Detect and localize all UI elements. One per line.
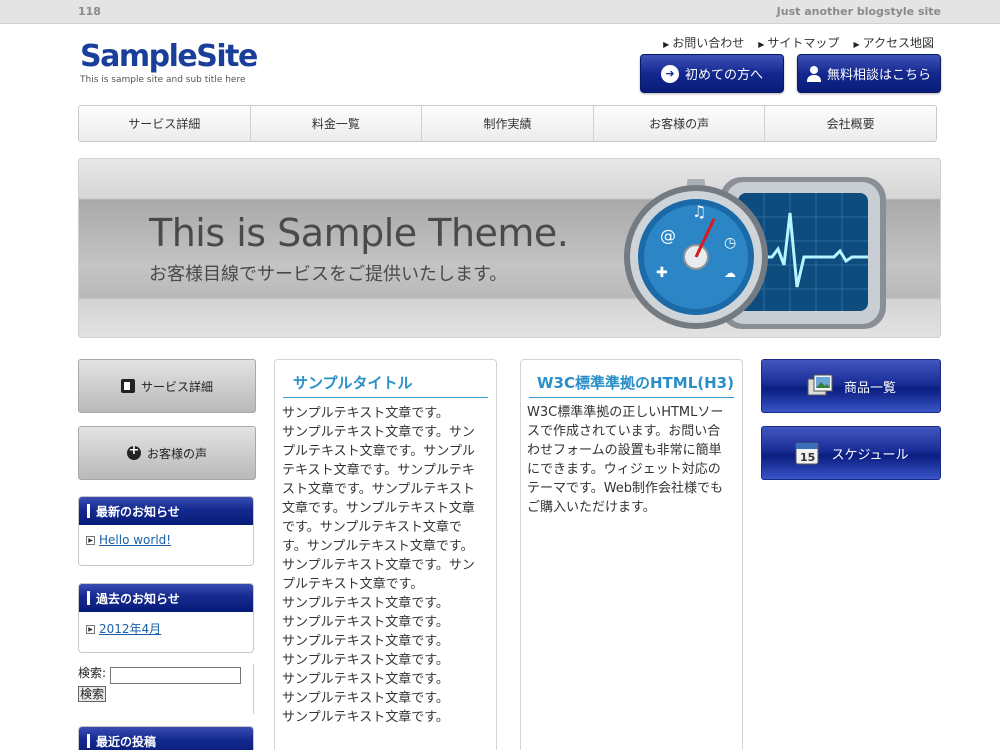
header-links: ▶ お問い合わせ ▶ サイトマップ ▶ アクセス地図	[663, 34, 934, 51]
recent-posts-widget: 最近の投稿	[78, 726, 254, 750]
search-widget: 検索: 検索	[78, 664, 254, 714]
center-line: サンプルテキスト文章です。	[282, 672, 449, 687]
archive-widget: 過去のお知らせ ▶ 2012年4月	[78, 583, 254, 653]
sitemap-link-label: サイトマップ	[767, 36, 840, 50]
center-line: サンプルテキスト文章です。サン	[282, 558, 475, 573]
center-line: サンプルテキスト文章です。	[282, 406, 449, 421]
calendar-day: 15	[800, 451, 815, 464]
search-button[interactable]: 検索	[78, 686, 107, 702]
w3c-body: W3C標準準拠の正しいHTMLソー スで作成されています。お問い合 わせフォームの設…	[521, 398, 742, 517]
arrow-right-icon: ▶	[758, 40, 765, 49]
nav-item-service[interactable]: サービス詳細	[79, 106, 250, 141]
bullet-icon: ▶	[86, 536, 95, 545]
dashboard-icon: @ ♫ ◷ ☁ ✚	[624, 177, 886, 329]
person-icon	[806, 65, 821, 82]
center-line: スト文章です。サンプルテキスト	[282, 482, 475, 497]
w3c-line: W3C標準準拠の正しいHTMLソー	[527, 405, 724, 420]
arrow-circle-icon: ➜	[660, 64, 679, 83]
calendar-icon: 15	[795, 442, 819, 465]
logo-subtitle: This is sample site and sub title here	[80, 75, 246, 85]
svg-text:♫: ♫	[692, 202, 706, 221]
w3c-content-box: W3C標準準拠のHTML(H3) W3C標準準拠の正しいHTMLソー スで作成され…	[520, 359, 743, 750]
svg-text:@: @	[660, 226, 676, 245]
center-line: サンプルテキスト文章です。	[282, 596, 449, 611]
contact-link-label: お問い合わせ	[672, 36, 745, 50]
top-bar: 118 Just another blogstyle site	[0, 0, 1000, 24]
access-map-link-label: アクセス地図	[862, 36, 934, 50]
first-visitor-label: 初めての方へ	[684, 68, 763, 83]
hero-title: This is Sample Theme.	[149, 211, 569, 255]
center-line: サンプルテキスト文章です。サン	[282, 425, 475, 440]
arrow-right-icon: ▶	[663, 40, 670, 49]
center-line: です。サンプルテキスト文章で	[282, 520, 462, 535]
sample-content-box: サンプルタイトル サンプルテキスト文章です。 サンプルテキスト文章です。サン プルテ…	[274, 359, 497, 750]
center-line: す。サンプルテキスト文章です。	[282, 539, 474, 554]
center-line: プルテキスト文章です。サンプル	[282, 444, 475, 459]
image-gallery-icon	[807, 374, 833, 396]
latest-news-widget: 最新のお知らせ ▶ Hello world!	[78, 496, 254, 566]
product-list-button[interactable]: 商品一覧	[761, 359, 941, 413]
w3c-line: にできます。ウィジェット対応の	[527, 462, 721, 477]
sample-title: サンプルタイトル	[283, 368, 488, 398]
plus-circle-icon	[126, 443, 141, 460]
schedule-button[interactable]: 15 スケジュール	[761, 426, 941, 480]
document-icon	[120, 379, 135, 393]
w3c-line: ご購入いただけます。	[527, 500, 656, 515]
hero-banner: This is Sample Theme. お客様目線でサービスをご提供いたしま…	[78, 158, 941, 338]
svg-text:✚: ✚	[656, 265, 668, 281]
top-bar-left-text: 118	[78, 5, 101, 18]
schedule-label: スケジュール	[831, 447, 909, 463]
search-input[interactable]	[110, 667, 241, 684]
widget-title: 最近の投稿	[79, 727, 253, 750]
w3c-line: スで作成されています。お問い合	[527, 424, 721, 439]
svg-text:☁: ☁	[724, 266, 736, 280]
w3c-title: W3C標準準拠のHTML(H3)	[529, 368, 734, 398]
sample-body: サンプルテキスト文章です。 サンプルテキスト文章です。サン プルテキスト文章です。サ…	[275, 398, 496, 727]
product-list-label: 商品一覧	[843, 380, 896, 396]
nav-item-pricing[interactable]: 料金一覧	[249, 106, 422, 141]
site-tagline: Just another blogstyle site	[776, 5, 941, 18]
nav-item-voice[interactable]: お客様の声	[592, 106, 765, 141]
w3c-line: テーマです。Web制作会社様でも	[527, 481, 724, 496]
center-line: サンプルテキスト文章です。	[282, 691, 449, 706]
global-nav: サービス詳細 料金一覧 制作実績 お客様の声 会社概要	[78, 105, 937, 142]
customer-voice-label: お客様の声	[146, 446, 207, 461]
center-line: テキスト文章です。サンプルテキ	[282, 463, 475, 478]
sitemap-link[interactable]: ▶ サイトマップ	[758, 34, 839, 51]
nav-item-works[interactable]: 制作実績	[421, 106, 593, 141]
free-consult-button[interactable]: 無料相談はこちら	[797, 54, 941, 93]
hero-subtitle: お客様目線でサービスをご提供いたします。	[149, 264, 508, 285]
center-line: 文章です。サンプルテキスト文章	[282, 501, 475, 516]
widget-title: 過去のお知らせ	[79, 584, 253, 612]
service-detail-button[interactable]: サービス詳細	[78, 359, 256, 413]
center-line: サンプルテキスト文章です。	[282, 710, 449, 725]
site-logo[interactable]: SampleSite This is sample site and sub t…	[80, 39, 258, 86]
nav-item-company[interactable]: 会社概要	[764, 106, 936, 141]
customer-voice-button[interactable]: お客様の声	[78, 426, 256, 480]
widget-title: 最新のお知らせ	[79, 497, 253, 525]
search-label: 検索:	[78, 666, 107, 680]
logo-name: SampleSite	[80, 39, 258, 74]
first-visitor-button[interactable]: ➜ 初めての方へ	[640, 54, 784, 93]
post-link-hello-world[interactable]: Hello world!	[99, 533, 171, 547]
contact-link[interactable]: ▶ お問い合わせ	[663, 34, 744, 51]
service-detail-label: サービス詳細	[140, 379, 213, 394]
free-consult-label: 無料相談はこちら	[826, 68, 931, 83]
center-line: サンプルテキスト文章です。	[282, 615, 449, 630]
center-line: プルテキスト文章です。	[282, 577, 424, 592]
archive-link-2012-04[interactable]: 2012年4月	[99, 622, 161, 636]
w3c-line: わせフォームの設置も非常に簡単	[527, 443, 722, 458]
center-line: サンプルテキスト文章です。	[282, 653, 449, 668]
arrow-right-icon: ▶	[853, 40, 860, 49]
bullet-icon: ▶	[86, 625, 95, 634]
svg-text:◷: ◷	[724, 235, 736, 251]
access-map-link[interactable]: ▶ アクセス地図	[853, 34, 934, 51]
center-line: サンプルテキスト文章です。	[282, 634, 449, 649]
